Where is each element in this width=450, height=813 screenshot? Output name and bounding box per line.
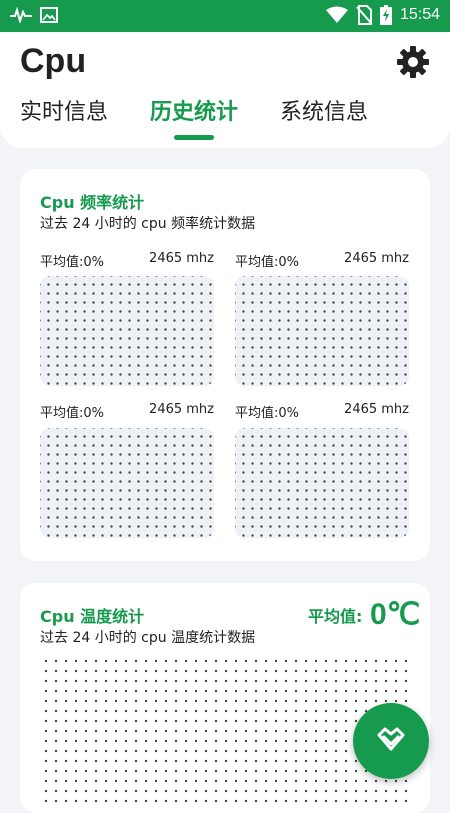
temp-avg-label: 平均值: (308, 607, 363, 626)
wifi-icon (325, 6, 348, 23)
temp-card-subtitle: 过去 24 小时的 cpu 温度统计数据 (40, 630, 256, 646)
status-left-icons (10, 7, 58, 23)
settings-button[interactable] (396, 45, 430, 79)
status-bar: 15:54 (0, 0, 450, 32)
pulse-icon (10, 7, 32, 23)
core-freq-value: 2465 mhz (344, 251, 409, 266)
freq-card-subtitle: 过去 24 小时的 cpu 频率统计数据 (40, 216, 256, 232)
tab-history[interactable]: 历史统计 (150, 94, 238, 126)
temp-card-title: Cpu 温度统计 (40, 607, 145, 626)
app-header: Cpu 实时信息 历史统计 系统信息 (0, 32, 450, 148)
image-icon (40, 7, 58, 23)
tab-bar: 实时信息 历史统计 系统信息 (0, 94, 450, 144)
core-freq-chart (40, 428, 214, 538)
temp-stats-card: Cpu 温度统计 过去 24 小时的 cpu 温度统计数据 平均值: 0℃ (20, 583, 430, 813)
core-freq-value: 2465 mhz (149, 251, 214, 266)
core-avg-label: 平均值:0% (235, 255, 300, 270)
battery-charging-icon (379, 5, 392, 25)
page-title: Cpu (20, 42, 87, 80)
active-tab-indicator (174, 135, 214, 140)
no-sim-icon (356, 5, 372, 25)
core-avg-label: 平均值:0% (40, 406, 105, 421)
chevron-down-heart-icon (377, 727, 405, 751)
core-freq-value: 2465 mhz (149, 402, 214, 417)
core-freq-chart (235, 428, 409, 538)
core-freq-chart (40, 276, 214, 386)
fab-button[interactable] (353, 703, 429, 779)
freq-stats-card: Cpu 频率统计 过去 24 小时的 cpu 频率统计数据 平均值:0% 246… (20, 169, 430, 561)
core-freq-chart (235, 276, 409, 386)
core-freq-value: 2465 mhz (344, 402, 409, 417)
tab-realtime[interactable]: 实时信息 (20, 94, 108, 126)
temp-avg-value: 0℃ (370, 598, 421, 631)
core-avg-label: 平均值:0% (40, 255, 105, 270)
core-avg-label: 平均值:0% (235, 406, 300, 421)
freq-card-title: Cpu 频率统计 (40, 193, 145, 212)
tab-system[interactable]: 系统信息 (280, 94, 368, 126)
status-time: 15:54 (399, 6, 440, 23)
gear-icon (397, 46, 429, 78)
status-right-icons: 15:54 (325, 5, 440, 25)
